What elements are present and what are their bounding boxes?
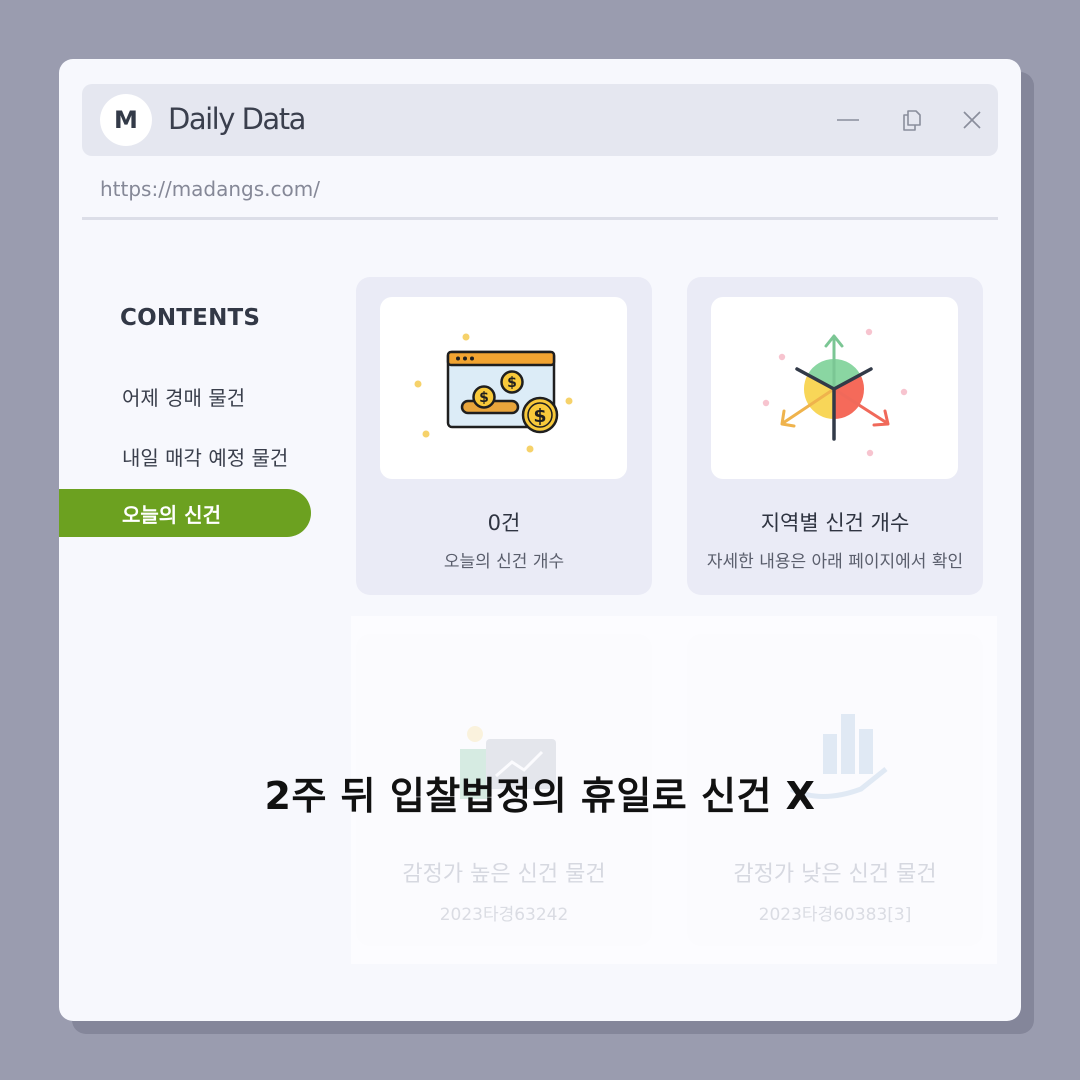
region-arrows-icon xyxy=(762,328,908,457)
card-title: 감정가 높은 신건 물건 xyxy=(402,862,606,887)
card-title: 0건 xyxy=(487,511,521,535)
card-image: $ $ $ xyxy=(380,297,627,479)
minimize-button[interactable] xyxy=(830,102,866,138)
minimize-icon xyxy=(837,119,859,121)
sidebar-title: CONTENTS xyxy=(120,305,261,331)
card-subtitle: 오늘의 신건 개수 xyxy=(443,552,565,572)
app-title: Daily Data xyxy=(168,102,306,136)
card-subtitle: 2023타경63242 xyxy=(439,905,569,925)
browser-coins-icon: $ $ $ xyxy=(414,333,573,453)
card-title: 지역별 신건 개수 xyxy=(760,511,910,535)
app-logo: M xyxy=(100,94,152,146)
divider xyxy=(82,217,998,220)
close-button[interactable] xyxy=(954,102,990,138)
sidebar-item-today-new[interactable]: 오늘의 신건 xyxy=(59,489,311,537)
notice-overlay: 2주 뒤 입찰법정의 휴일로 신건 X xyxy=(264,774,816,818)
restore-icon xyxy=(903,110,921,131)
title-bar: M Daily Data xyxy=(82,84,998,156)
card-subtitle: 자세한 내용은 아래 페이지에서 확인 xyxy=(706,552,964,572)
svg-text:$: $ xyxy=(479,390,489,406)
svg-text:$: $ xyxy=(507,375,517,391)
close-icon xyxy=(963,111,981,129)
sidebar-item-tomorrow[interactable]: 내일 매각 예정 물건 xyxy=(59,432,311,480)
card-subtitle: 2023타경60383[3] xyxy=(758,905,912,925)
svg-text:$: $ xyxy=(533,405,546,427)
address-bar[interactable]: https://madangs.com/ xyxy=(100,177,320,201)
today-count-card[interactable]: $ $ $ 0건 오늘의 신건 개수 xyxy=(356,277,652,595)
card-title: 감정가 낮은 신건 물건 xyxy=(733,862,937,887)
card-image xyxy=(711,297,958,479)
sidebar-item-yesterday[interactable]: 어제 경매 물건 xyxy=(59,372,311,420)
region-count-card[interactable]: 지역별 신건 개수 자세한 내용은 아래 페이지에서 확인 xyxy=(687,277,983,595)
restore-button[interactable] xyxy=(894,102,930,138)
app-window: M Daily Data https://madangs.com/ CONTEN… xyxy=(59,59,1021,1021)
